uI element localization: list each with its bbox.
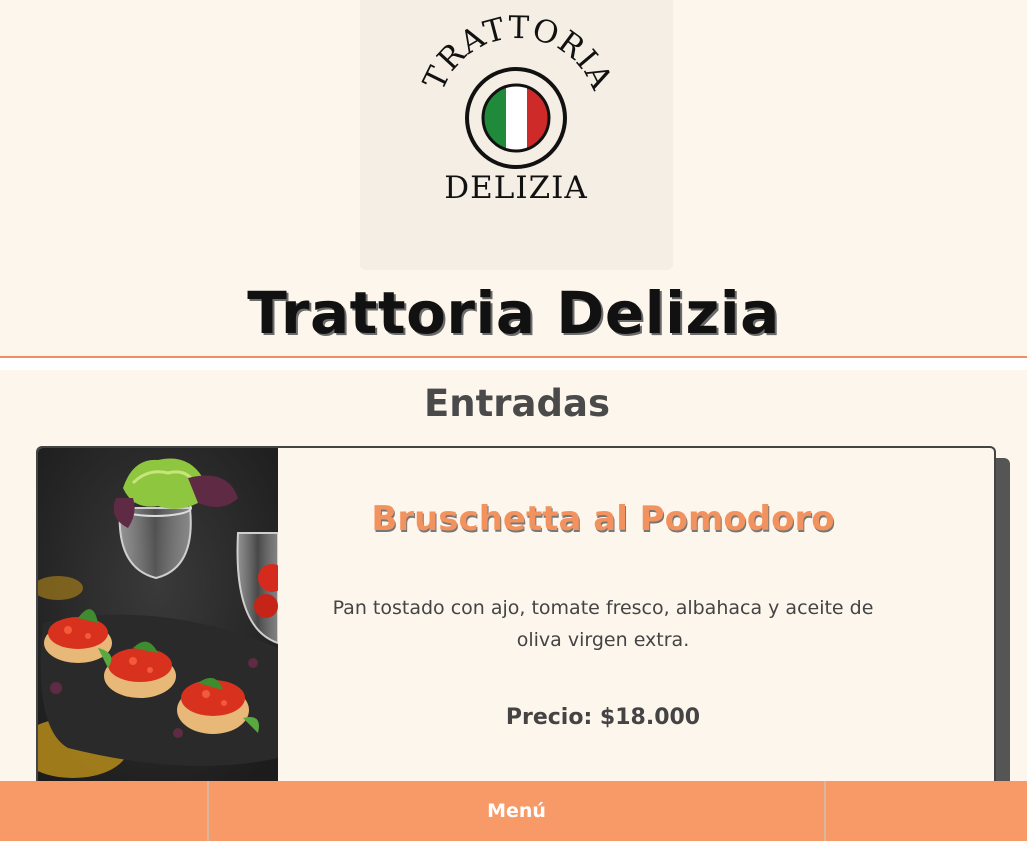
bottom-nav: Menú — [0, 781, 1027, 841]
logo-emblem-icon: TRATTORIA DELIZIA — [416, 10, 619, 206]
nav-right-slot[interactable] — [824, 781, 1027, 841]
nav-left-slot[interactable] — [0, 781, 209, 841]
menu-button[interactable]: Menú — [209, 781, 824, 841]
logo-top-text: TRATTORIA — [416, 10, 618, 96]
section-title: Entradas — [424, 382, 610, 425]
page: TRATTORIA DELIZIA Trattoria Delizia Entr… — [0, 0, 1027, 841]
page-title: Trattoria Delizia — [247, 279, 780, 347]
dish-price: Precio: $18.000 — [505, 705, 701, 730]
logo[interactable]: TRATTORIA DELIZIA — [360, 0, 673, 270]
dish-name: Bruschetta al Pomodoro — [371, 499, 835, 539]
header-strip — [0, 358, 1027, 370]
dish-description: Pan tostado con ajo, tomate fresco, alba… — [332, 597, 874, 651]
dish-image — [38, 448, 278, 788]
svg-text:TRATTORIA: TRATTORIA — [416, 10, 619, 96]
logo-bottom-text: DELIZIA — [444, 170, 588, 206]
